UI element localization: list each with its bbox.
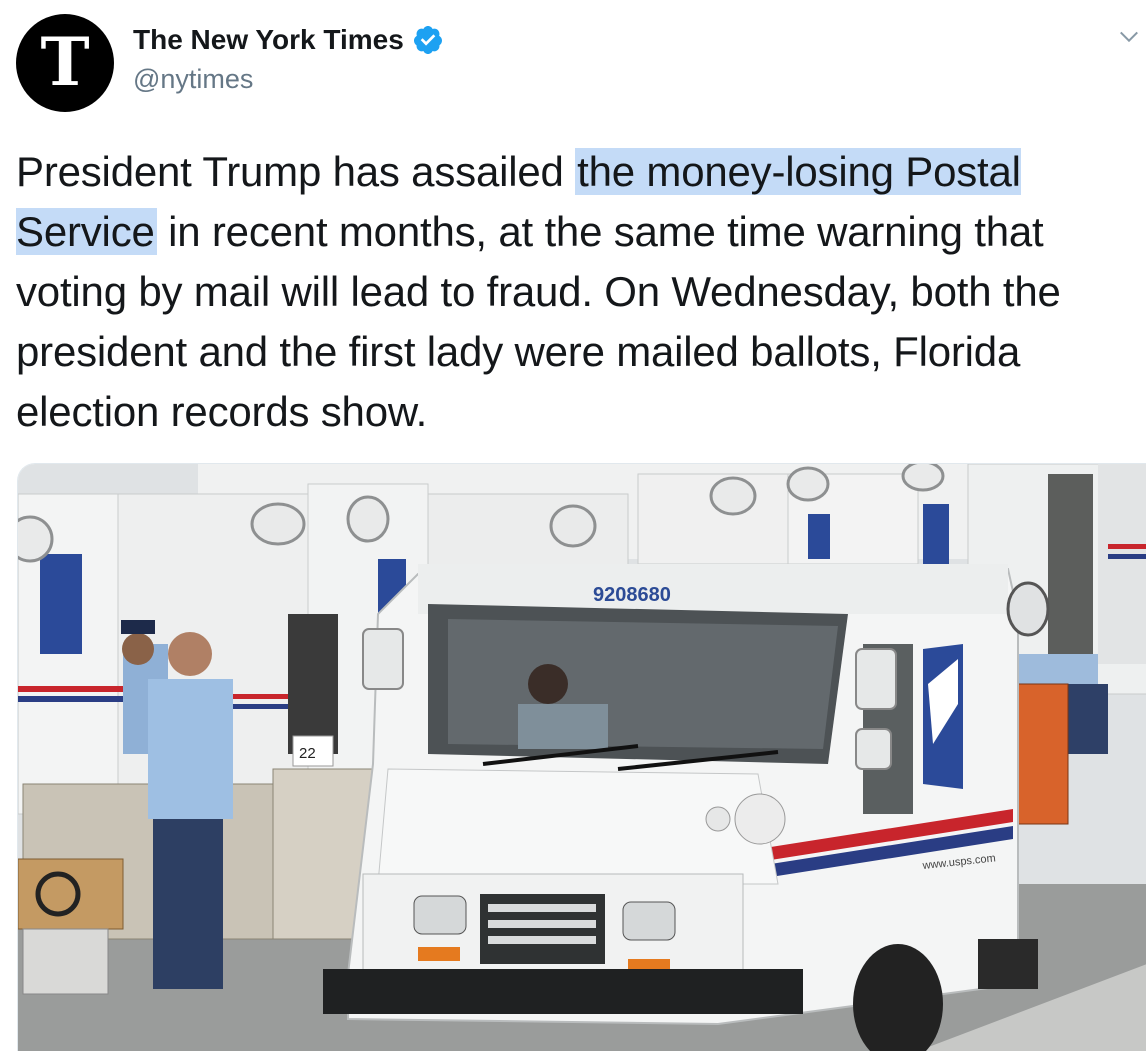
postal-trucks-photo: 22 9208680 www.usps.com [18, 464, 1146, 1051]
truck-number-text: 9208680 [593, 584, 671, 606]
tweet-photo[interactable]: 22 9208680 www.usps.com [17, 463, 1146, 1051]
account-handle[interactable]: @nytimes [133, 64, 253, 95]
account-name-row: The New York Times [133, 24, 444, 56]
avatar-letter: T [40, 23, 90, 101]
cart-number-text: 22 [299, 745, 316, 762]
chevron-down-icon[interactable] [1118, 26, 1140, 48]
tweet-text-after: in recent months, at the same time warni… [16, 208, 1061, 435]
account-display-name[interactable]: The New York Times [133, 24, 404, 56]
verified-badge-icon [413, 26, 442, 54]
tweet-text-before: President Trump has assailed [16, 148, 576, 195]
tweet-text: President Trump has assailed the money-l… [16, 142, 1140, 442]
nyt-avatar[interactable]: T [16, 14, 114, 112]
